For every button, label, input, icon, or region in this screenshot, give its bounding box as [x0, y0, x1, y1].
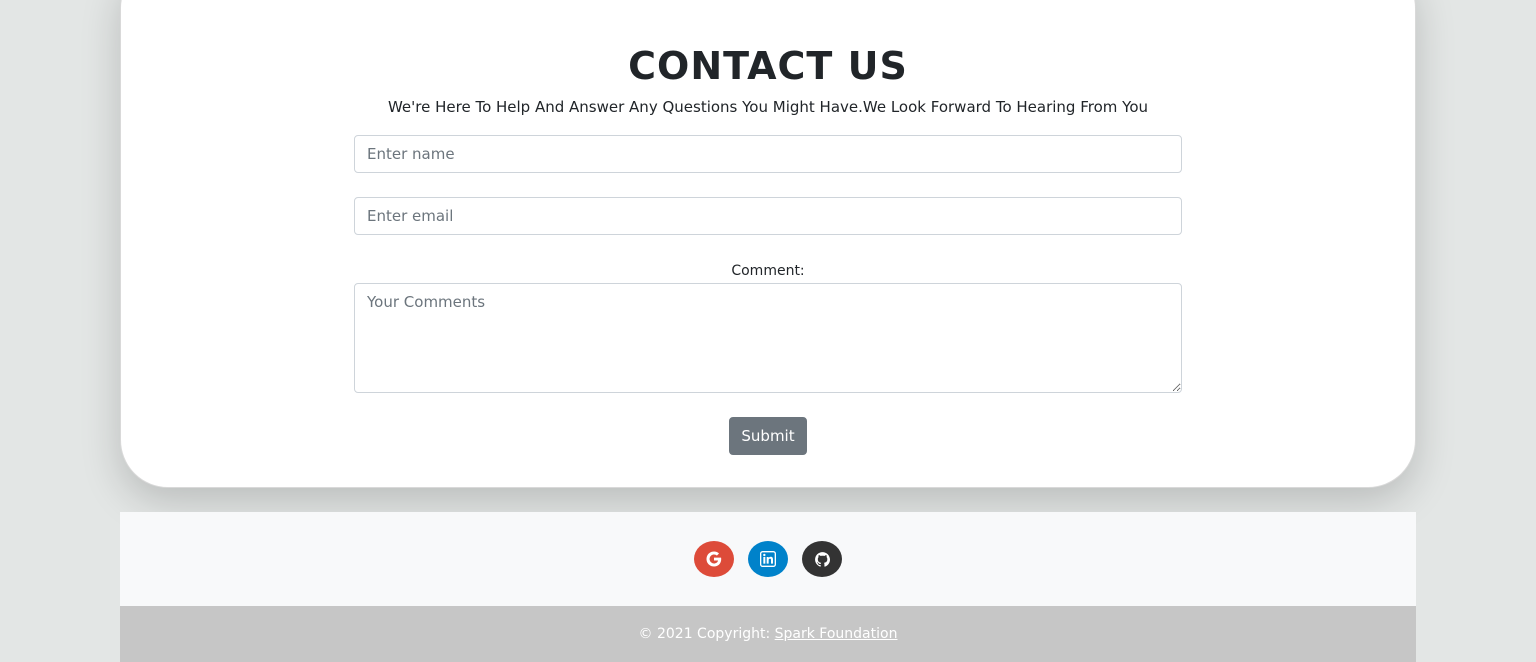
- comment-textarea[interactable]: [354, 283, 1182, 393]
- email-input[interactable]: [354, 197, 1182, 235]
- contact-card: CONTACT US We're Here To Help And Answer…: [120, 0, 1416, 488]
- name-input[interactable]: [354, 135, 1182, 173]
- google-icon: [706, 551, 722, 567]
- linkedin-button[interactable]: [748, 541, 788, 577]
- linkedin-icon: [760, 551, 776, 567]
- contact-subtitle: We're Here To Help And Answer Any Questi…: [387, 98, 1149, 116]
- social-footer: [120, 512, 1416, 606]
- page-title: CONTACT US: [628, 44, 908, 88]
- submit-button[interactable]: Submit: [729, 417, 807, 455]
- github-button[interactable]: [802, 541, 842, 577]
- github-icon: [814, 551, 830, 567]
- copyright-bar: © 2021 Copyright: Spark Foundation: [120, 606, 1416, 662]
- copyright-text: © 2021 Copyright:: [638, 626, 775, 642]
- comment-label: Comment:: [731, 263, 805, 279]
- google-button[interactable]: [694, 541, 734, 577]
- spark-foundation-link[interactable]: Spark Foundation: [775, 626, 898, 642]
